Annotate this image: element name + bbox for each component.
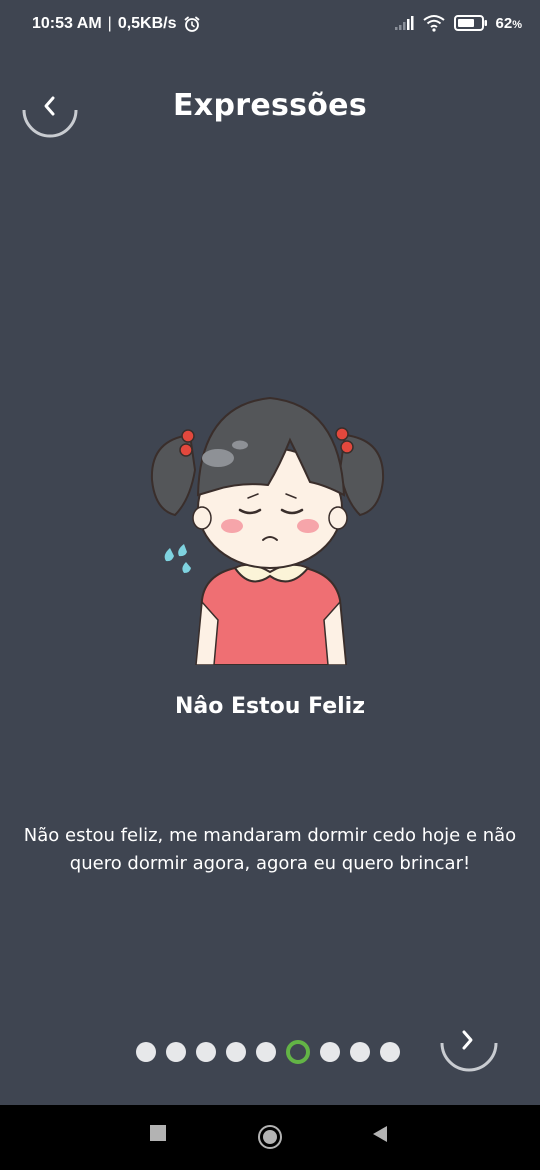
status-left: 10:53 AM | 0,5KB/s (32, 15, 201, 33)
page-title: Expressões (173, 88, 367, 123)
status-bar: 10:53 AM | 0,5KB/s 62% (0, 0, 540, 50)
signal-icon (394, 15, 414, 31)
page-dot[interactable] (380, 1042, 400, 1062)
page-dot[interactable] (226, 1042, 246, 1062)
next-button[interactable] (440, 1014, 498, 1072)
page-dot[interactable] (196, 1042, 216, 1062)
expression-title: Nâo Estou Feliz (174, 694, 366, 719)
chevron-right-icon (440, 1030, 498, 1072)
alarm-icon (183, 15, 201, 33)
page-dot[interactable] (166, 1042, 186, 1062)
network-speed: 0,5KB/s (117, 15, 177, 32)
battery-percent: 62% (495, 14, 522, 32)
page-dot[interactable] (320, 1042, 340, 1062)
system-navigation-bar (0, 1105, 540, 1170)
page-dot[interactable] (256, 1042, 276, 1062)
page-indicator (136, 1040, 400, 1064)
expression-description: Não estou feliz, me mandaram dormir cedo… (23, 825, 517, 874)
status-right: 62% (394, 14, 522, 32)
page-dot[interactable] (136, 1042, 156, 1062)
status-separator: | (107, 15, 112, 32)
page-dot[interactable] (350, 1042, 370, 1062)
sad-girl-illustration (140, 390, 400, 666)
page-dot-active[interactable] (286, 1040, 310, 1064)
wifi-icon (422, 14, 446, 32)
status-time: 10:53 AM (32, 15, 102, 32)
expression-screen: 10:53 AM | 0,5KB/s 62% Expressões Nâo Es… (0, 0, 540, 1170)
home-icon[interactable] (257, 1124, 283, 1154)
battery-icon (453, 15, 488, 31)
recent-apps-icon[interactable] (150, 1125, 166, 1145)
back-icon[interactable] (371, 1125, 389, 1147)
